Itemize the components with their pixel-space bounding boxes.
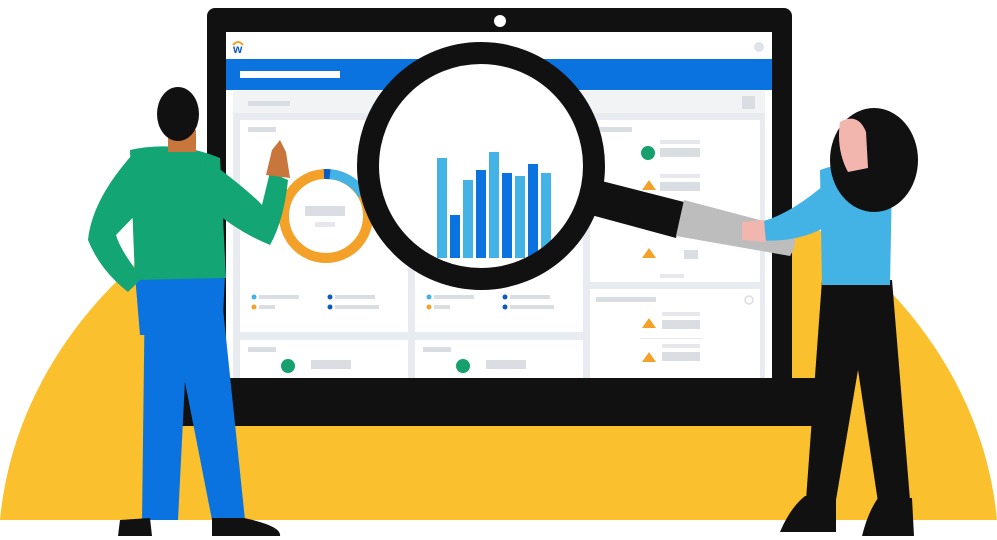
donut-center-value-placeholder (305, 206, 345, 216)
chart-bar-1 (437, 158, 447, 258)
bottom-card-left (240, 340, 408, 378)
card-title-placeholder (596, 297, 656, 302)
legend-dot-dark-blue (327, 294, 333, 300)
header-title-placeholder (240, 71, 340, 78)
legend-dot-dark-blue (327, 304, 333, 310)
card-title-placeholder (248, 347, 276, 352)
webcam-dot (494, 15, 506, 27)
divider (640, 338, 702, 339)
row-value-placeholder (662, 320, 700, 329)
row-label-placeholder (662, 344, 700, 348)
man-pants-top (135, 275, 225, 335)
legend-dot-blue (426, 294, 432, 300)
man-left-shoe (118, 518, 152, 536)
legend-label-placeholder (510, 305, 554, 309)
row-value-placeholder (684, 250, 698, 259)
green-circle-icon (456, 359, 470, 373)
legend-dot-dark-blue (502, 304, 508, 310)
legend-label-placeholder (259, 305, 275, 309)
legend-dot-orange (426, 304, 432, 310)
legend-dot-orange (251, 304, 257, 310)
chart-bar-8 (528, 164, 538, 258)
row-label-placeholder (660, 140, 700, 144)
man-head (157, 87, 199, 141)
legend-dot-blue (251, 294, 257, 300)
illustration-scene: w (0, 0, 997, 540)
card-background (590, 289, 760, 378)
legend-dot-dark-blue (502, 294, 508, 300)
chart-bar-6 (502, 173, 512, 258)
card-background (240, 340, 408, 378)
subheader-label-placeholder (248, 101, 290, 106)
monitor-stand (170, 378, 828, 426)
legend-label-placeholder (434, 295, 474, 299)
row-value-placeholder (486, 360, 526, 369)
green-circle-icon (641, 146, 655, 160)
row-value-placeholder (662, 352, 700, 361)
row-value-placeholder (660, 148, 700, 157)
row-value-placeholder (660, 182, 700, 191)
green-circle-icon (281, 359, 295, 373)
row-label-placeholder (660, 174, 700, 178)
woman-hand (742, 220, 766, 242)
chart-bar-2 (450, 215, 460, 258)
legend-label-placeholder (335, 295, 375, 299)
row-label-placeholder (660, 274, 684, 278)
card-title-placeholder (596, 127, 632, 132)
donut-center-label-placeholder (315, 222, 335, 227)
analytics-illustration: w (0, 8, 997, 536)
row-label-placeholder (662, 312, 700, 316)
card-background (415, 340, 583, 378)
chart-bar-4 (476, 170, 486, 258)
card-title-placeholder (423, 347, 451, 352)
legend-label-placeholder (259, 295, 299, 299)
legend-label-placeholder (510, 295, 550, 299)
card-title-placeholder (248, 127, 276, 132)
bottom-card-middle (415, 340, 583, 378)
legend-label-placeholder (335, 305, 379, 309)
man-right-shoe (212, 518, 281, 536)
alerts-card (590, 289, 760, 378)
profile-circle-icon[interactable] (754, 42, 764, 52)
chart-bar-7 (515, 176, 525, 258)
chart-bar-5 (489, 152, 499, 258)
legend-label-placeholder (434, 305, 450, 309)
row-value-placeholder (311, 360, 351, 369)
subheader-button[interactable] (742, 96, 755, 109)
chart-bar-3 (463, 180, 473, 258)
